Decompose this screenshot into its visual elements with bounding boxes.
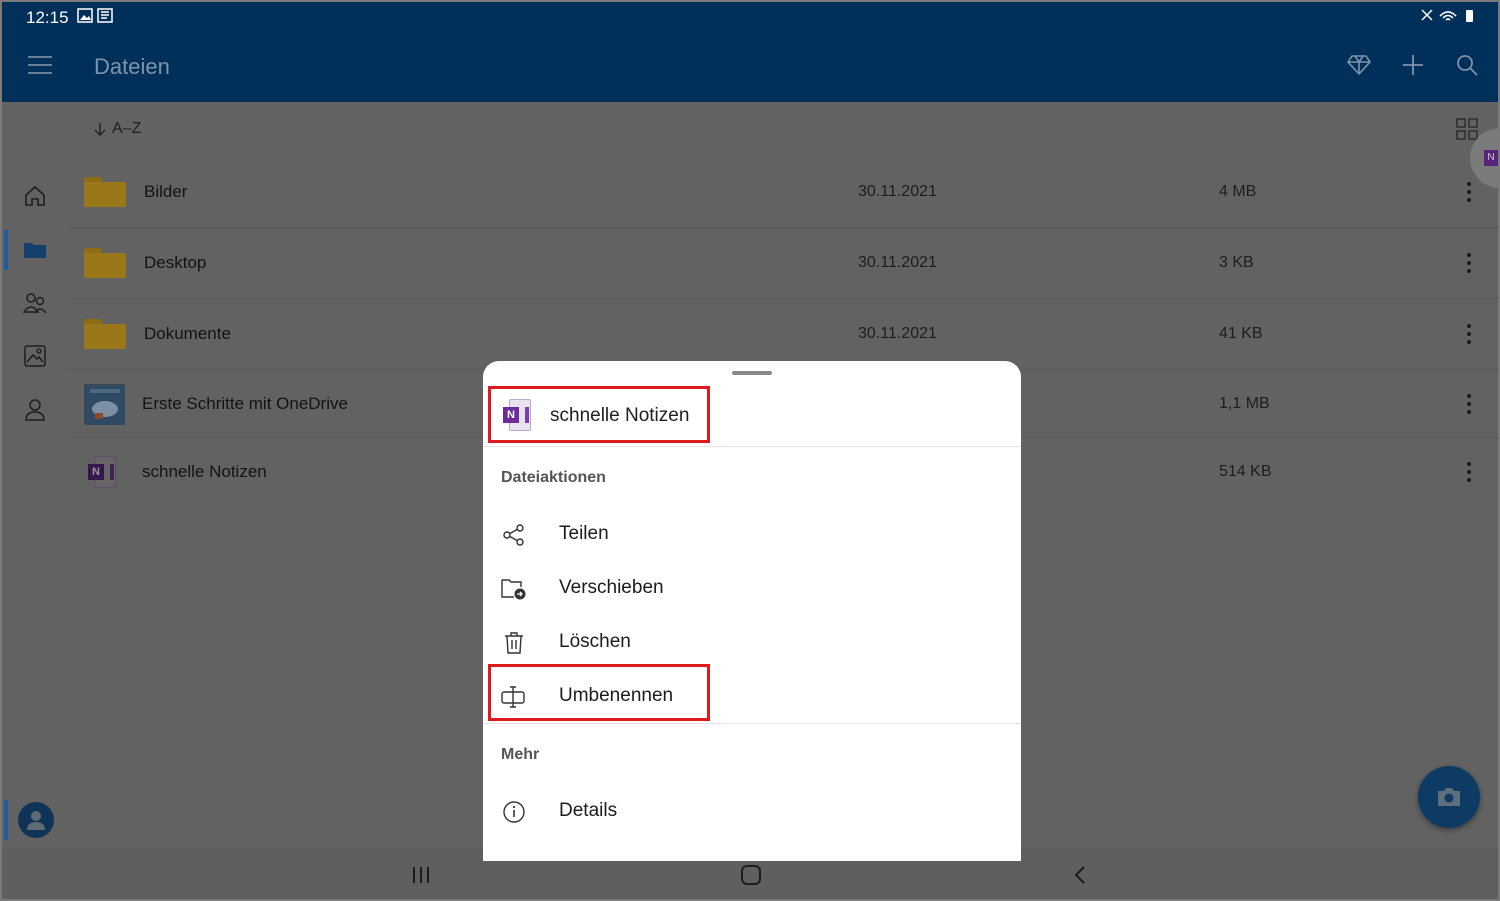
file-size: 41 KB [1219,325,1263,342]
file-name: Dokumente [144,324,231,343]
file-date: 30.11.2021 [858,183,937,200]
search-icon[interactable] [1452,50,1482,80]
account-indicator [4,800,8,840]
camera-scan-button[interactable] [1418,766,1480,828]
navigation-rail [2,102,68,847]
home-nav-icon[interactable] [736,861,766,889]
hamburger-menu-icon[interactable] [28,56,52,76]
move-folder-icon [501,576,527,602]
file-name: Desktop [144,253,207,272]
more-options-icon[interactable] [1466,253,1472,273]
highlight-rename [488,664,710,721]
folder-icon [84,248,126,278]
more-options-icon[interactable] [1466,462,1472,482]
sort-label: A–Z [112,120,142,137]
more-options-icon[interactable] [1466,182,1472,202]
back-nav-icon[interactable] [1065,861,1095,889]
account-person-icon [27,811,45,830]
notification-icons [77,8,115,27]
file-name: Bilder [144,182,188,201]
file-size: 514 KB [1219,463,1272,480]
trash-icon [501,630,527,656]
app-bar: Dateien [2,32,1498,102]
file-row[interactable]: Bilder 30.11.2021 4 MB [68,157,1498,228]
folder-icon [84,319,126,349]
sort-button[interactable]: A–Z [94,120,141,138]
sheet-divider [483,723,1021,724]
onenote-icon: N [88,456,116,488]
highlight-file-name [488,386,710,443]
file-name: Erste Schritte mit OneDrive [142,393,348,413]
recent-apps-icon[interactable] [406,861,436,889]
file-row[interactable]: Desktop 30.11.2021 3 KB [68,228,1498,299]
page-title: Dateien [94,54,170,79]
system-icons [1420,8,1480,24]
home-icon[interactable] [2,176,68,216]
action-label: Teilen [559,523,609,544]
more-options-icon[interactable] [1466,324,1472,344]
files-folder-icon[interactable] [2,230,68,270]
file-size: 1,1 MB [1219,394,1270,412]
photos-icon[interactable] [2,336,68,376]
delete-action[interactable]: Löschen [483,616,1021,670]
status-time: 12:15 [26,8,69,27]
status-bar: 12:15 [2,2,1498,32]
me-person-icon[interactable] [2,390,68,430]
section-file-actions: Dateiaktionen [501,469,606,486]
info-icon [501,799,527,825]
more-options-icon[interactable] [1466,393,1472,414]
file-row[interactable]: Dokumente 30.11.2021 41 KB [68,299,1498,370]
action-label: Löschen [559,631,631,652]
file-date: 30.11.2021 [858,254,937,271]
pdf-thumbnail-icon [84,383,125,425]
premium-diamond-icon[interactable] [1344,50,1374,80]
action-label: Verschieben [559,577,664,598]
sheet-drag-handle[interactable] [732,371,772,375]
file-date: 30.11.2021 [858,325,937,342]
folder-icon [84,177,126,207]
add-icon[interactable] [1398,50,1428,80]
action-label: Details [559,800,618,821]
screen: 12:15 Dateien A–Z Bilder 30.11.2021 4 MB… [0,0,1500,901]
file-size: 3 KB [1219,254,1254,271]
file-name: schnelle Notizen [142,462,267,481]
account-avatar[interactable] [18,802,54,838]
camera-icon [1438,788,1460,806]
share-action[interactable]: Teilen [483,508,1021,562]
file-size: 4 MB [1219,183,1257,200]
details-action[interactable]: Details [483,785,1021,839]
sort-down-arrow-icon [94,123,106,136]
shared-people-icon[interactable] [2,283,68,323]
section-more: Mehr [501,746,540,763]
share-icon [501,522,527,548]
move-action[interactable]: Verschieben [483,562,1021,616]
gallery-notification-icon [77,8,113,23]
battery-wifi-mute-icon [1421,9,1473,22]
